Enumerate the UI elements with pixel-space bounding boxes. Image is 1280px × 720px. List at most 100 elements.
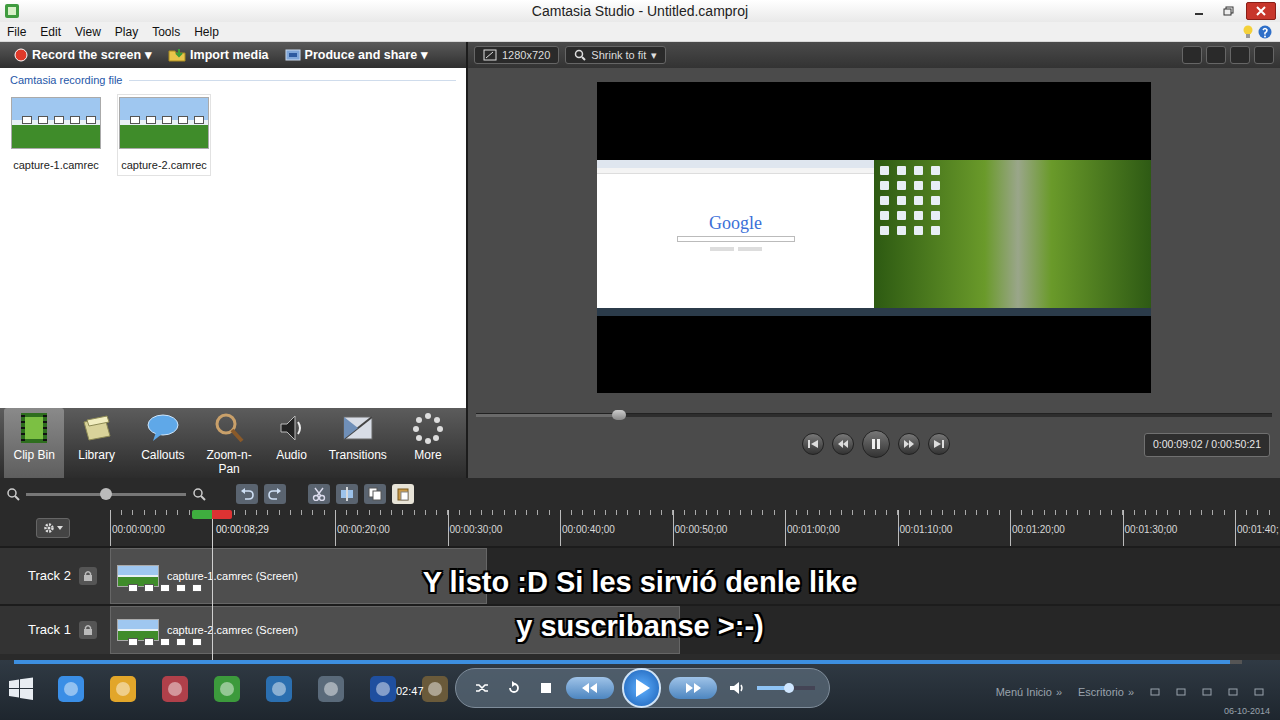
- system-tray: Menú Inicio» Escritorio»: [996, 684, 1272, 701]
- tab[interactable]: More: [394, 408, 462, 478]
- toolbar-name: Escritorio: [1078, 684, 1124, 701]
- toolbar-link[interactable]: Menú Inicio»: [996, 684, 1062, 701]
- tab[interactable]: Audio: [261, 408, 321, 478]
- timeline-clip[interactable]: capture-1.camrec (Screen): [110, 548, 487, 604]
- copy-button[interactable]: [364, 484, 386, 504]
- tray-icon: [1176, 687, 1186, 697]
- dropdown-arrow[interactable]: ▾: [145, 46, 152, 65]
- menu-item[interactable]: Help: [187, 22, 226, 42]
- chevron: »: [1128, 684, 1134, 701]
- zoom-handle[interactable]: [100, 488, 112, 500]
- record-button[interactable]: Record the screen▾: [14, 46, 152, 65]
- minimize-icon: [1193, 6, 1205, 16]
- zoom-dropdown[interactable]: Shrink to fit▾: [565, 46, 666, 64]
- taskbar-app[interactable]: [160, 674, 190, 711]
- ruler-label: 00:01:40;: [1235, 510, 1280, 546]
- tool-label: Import media: [190, 46, 269, 65]
- stop-button[interactable]: [534, 677, 558, 699]
- repeat-button[interactable]: [502, 677, 526, 699]
- play-pause-button[interactable]: [862, 430, 890, 458]
- taskbar-app[interactable]: [420, 674, 450, 711]
- ruler-label: 00:00:40;00: [560, 510, 673, 546]
- previous-button[interactable]: [566, 677, 614, 699]
- paste-button[interactable]: [392, 484, 414, 504]
- redo-icon: [268, 488, 282, 500]
- rewind-button[interactable]: [832, 433, 854, 455]
- gear-icon: [43, 522, 55, 534]
- playhead-handle[interactable]: [192, 510, 232, 519]
- left-panel: Record the screen▾ Import media Produce an…: [0, 42, 468, 478]
- start-button[interactable]: [8, 677, 34, 708]
- shuffle-button[interactable]: [470, 677, 494, 699]
- menu-item[interactable]: Play: [108, 22, 145, 42]
- desktop-wallpaper: [874, 160, 1151, 316]
- scrubber-handle[interactable]: [612, 410, 626, 420]
- timeline-clip[interactable]: capture-2.camrec (Screen): [110, 606, 680, 654]
- import-button[interactable]: Import media: [168, 46, 269, 65]
- tab[interactable]: Zoom-n-Pan: [199, 408, 259, 478]
- cut-button[interactable]: [308, 484, 330, 504]
- fullscreen-button[interactable]: [1230, 46, 1250, 64]
- callouts-icon: [146, 412, 180, 444]
- undo-button[interactable]: [236, 484, 258, 504]
- volume-slider[interactable]: [757, 686, 815, 690]
- tab[interactable]: Library: [66, 408, 126, 478]
- track-options-button[interactable]: [36, 518, 70, 538]
- scrubber[interactable]: [476, 413, 1272, 417]
- forward-button[interactable]: [898, 433, 920, 455]
- zoom-fill: [26, 493, 106, 496]
- menu-item[interactable]: File: [0, 22, 33, 42]
- player-play-button[interactable]: [622, 668, 662, 708]
- preview-toolbar: 1280x720 Shrink to fit▾: [468, 42, 1280, 68]
- track-name: Track 1: [28, 620, 71, 640]
- lock-button[interactable]: [79, 621, 97, 639]
- minimize-button[interactable]: [1186, 2, 1212, 20]
- player-progress-fill: [14, 660, 1230, 664]
- go-start-button[interactable]: [802, 433, 824, 455]
- lock-button[interactable]: [79, 567, 97, 585]
- split-button[interactable]: [336, 484, 358, 504]
- track-lane: capture-2.camrec (Screen): [110, 606, 1280, 654]
- menu-item[interactable]: Edit: [33, 22, 68, 42]
- undo-icon: [240, 488, 254, 500]
- split-icon: [340, 487, 354, 501]
- taskbar-app[interactable]: [212, 674, 242, 711]
- menu-item[interactable]: Tools: [145, 22, 187, 42]
- clip-item[interactable]: capture-2.camrec: [118, 95, 210, 176]
- tab-label: Audio: [276, 448, 307, 462]
- toolbar-link[interactable]: Escritorio»: [1078, 684, 1134, 701]
- tab[interactable]: Transitions: [324, 408, 392, 478]
- go-end-button[interactable]: [928, 433, 950, 455]
- tab-label: Transitions: [329, 448, 387, 462]
- player-progress[interactable]: [14, 660, 1242, 664]
- restore-icon: [1223, 6, 1235, 16]
- volume-fill: [757, 686, 789, 690]
- scissors-icon: [312, 487, 326, 501]
- tab[interactable]: Clip Bin: [4, 408, 64, 478]
- media-player-controls: [455, 668, 830, 708]
- tab-bar: Clip BinLibraryCalloutsZoom-n-Pan Audio Tr…: [0, 408, 466, 478]
- taskbar-app[interactable]: [56, 674, 86, 711]
- clip-item[interactable]: capture-1.camrec: [10, 95, 102, 176]
- close-button[interactable]: [1246, 2, 1276, 20]
- menu-item[interactable]: View: [68, 22, 108, 42]
- dropdown-arrow[interactable]: ▾: [421, 46, 428, 65]
- taskbar-app[interactable]: [316, 674, 346, 711]
- pan-button[interactable]: [1206, 46, 1226, 64]
- mute-button[interactable]: [725, 677, 749, 699]
- taskbar-app[interactable]: [264, 674, 294, 711]
- maximize-button[interactable]: [1216, 2, 1242, 20]
- taskbar-app[interactable]: [368, 674, 398, 711]
- next-button[interactable]: [669, 677, 717, 699]
- redo-button[interactable]: [264, 484, 286, 504]
- stop-icon: [540, 682, 552, 694]
- tab[interactable]: Callouts: [129, 408, 197, 478]
- produce-button[interactable]: Produce and share▾: [285, 46, 429, 65]
- detach-button[interactable]: [1254, 46, 1274, 64]
- volume-handle[interactable]: [784, 683, 794, 693]
- canvas-size-button[interactable]: 1280x720: [474, 46, 559, 64]
- taskbar-app[interactable]: [108, 674, 138, 711]
- zoom-slider[interactable]: [26, 493, 186, 496]
- caret-icon: [57, 526, 63, 530]
- crop-button[interactable]: [1182, 46, 1202, 64]
